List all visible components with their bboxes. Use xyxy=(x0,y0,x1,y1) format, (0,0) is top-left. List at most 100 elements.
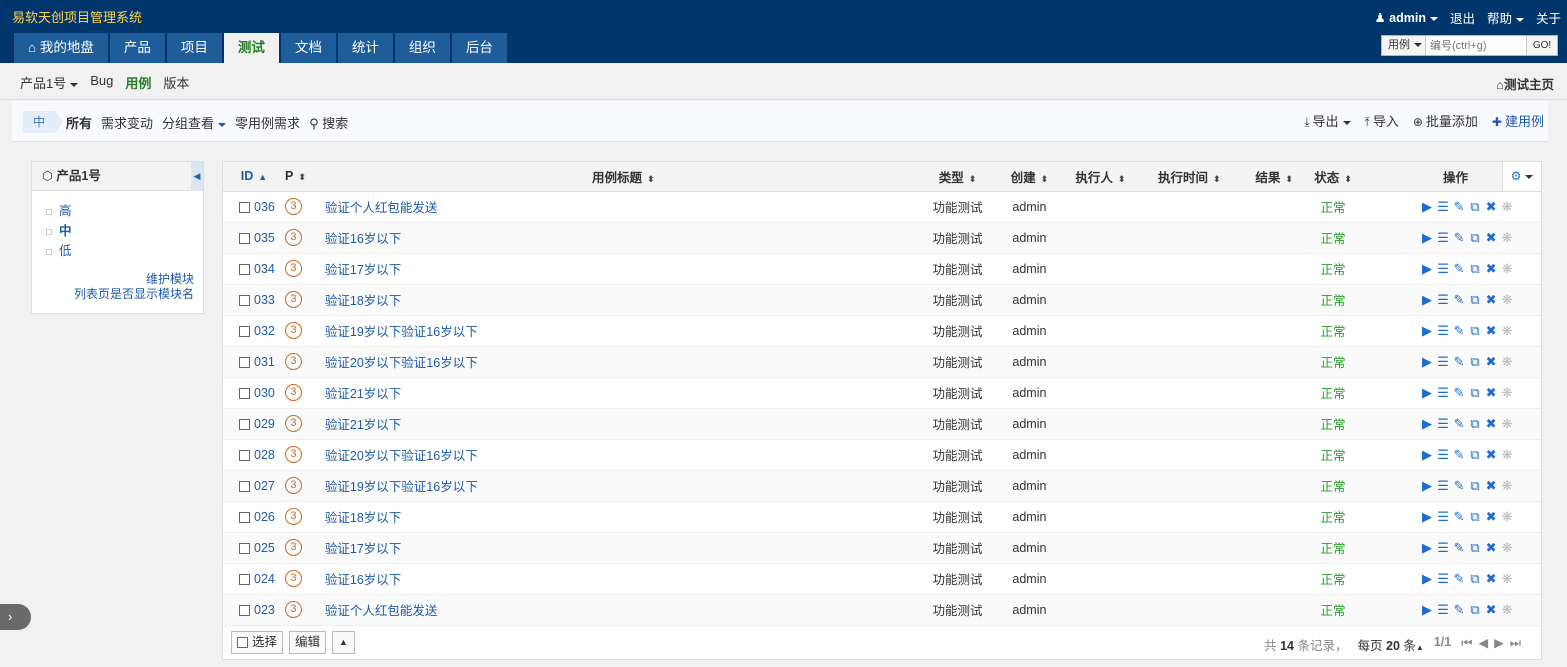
select-all-button[interactable]: 选择 xyxy=(231,631,284,654)
results-icon[interactable]: ☰ xyxy=(1435,323,1451,339)
edit-icon[interactable]: ✎ xyxy=(1451,540,1467,556)
col-title[interactable]: 用例标题 ⬍ xyxy=(324,162,922,192)
prev-page-icon[interactable]: ◀ xyxy=(1478,636,1494,650)
run-icon[interactable]: ▶ xyxy=(1419,447,1435,463)
run-icon[interactable]: ▶ xyxy=(1419,199,1435,215)
manage-module-link[interactable]: 维护模块 xyxy=(146,272,194,286)
copy-icon[interactable]: ⧉ xyxy=(1467,509,1483,525)
results-icon[interactable]: ☰ xyxy=(1435,509,1451,525)
column-settings-icon[interactable]: ⚙ xyxy=(1502,162,1541,191)
results-icon[interactable]: ☰ xyxy=(1435,602,1451,618)
case-title-link[interactable]: 验证16岁以下 xyxy=(325,232,401,246)
run-icon[interactable]: ▶ xyxy=(1419,571,1435,587)
subnav-case[interactable]: 用例 xyxy=(125,73,151,92)
results-icon[interactable]: ☰ xyxy=(1435,261,1451,277)
delete-icon[interactable]: ✖ xyxy=(1483,571,1499,587)
filter-all[interactable]: 所有 xyxy=(66,113,92,132)
run-icon[interactable]: ▶ xyxy=(1419,385,1435,401)
case-title-link[interactable]: 验证17岁以下 xyxy=(325,542,401,556)
case-id-cell[interactable]: 028 xyxy=(223,439,285,471)
row-checkbox[interactable] xyxy=(239,325,250,337)
results-icon[interactable]: ☰ xyxy=(1435,354,1451,370)
col-pri[interactable]: P ⬍ xyxy=(284,162,325,192)
copy-icon[interactable]: ⧉ xyxy=(1467,385,1483,401)
case-title-link[interactable]: 验证16岁以下 xyxy=(325,573,401,587)
subnav-build[interactable]: 版本 xyxy=(163,73,189,92)
case-title-link[interactable]: 验证21岁以下 xyxy=(325,387,401,401)
col-status[interactable]: 状态 ⬍ xyxy=(1305,162,1362,192)
delete-icon[interactable]: ✖ xyxy=(1483,292,1499,308)
subnav-bug[interactable]: Bug xyxy=(90,73,113,92)
row-checkbox[interactable] xyxy=(239,201,250,213)
copy-icon[interactable]: ⧉ xyxy=(1467,571,1483,587)
edit-icon[interactable]: ✎ xyxy=(1451,571,1467,587)
results-icon[interactable]: ☰ xyxy=(1435,447,1451,463)
row-checkbox[interactable] xyxy=(239,511,250,523)
case-id-cell[interactable]: 027 xyxy=(223,470,285,502)
delete-icon[interactable]: ✖ xyxy=(1483,230,1499,246)
row-checkbox[interactable] xyxy=(239,387,250,399)
case-id-cell[interactable]: 032 xyxy=(223,315,285,347)
logout-link[interactable]: 退出 xyxy=(1450,8,1475,27)
edit-icon[interactable]: ✎ xyxy=(1451,509,1467,525)
last-page-icon[interactable]: ⏭ xyxy=(1510,636,1527,650)
delete-icon[interactable]: ✖ xyxy=(1483,509,1499,525)
results-icon[interactable]: ☰ xyxy=(1435,540,1451,556)
edit-icon[interactable]: ✎ xyxy=(1451,447,1467,463)
run-icon[interactable]: ▶ xyxy=(1419,416,1435,432)
delete-icon[interactable]: ✖ xyxy=(1483,447,1499,463)
tab-project[interactable]: 项目 xyxy=(166,33,222,63)
results-icon[interactable]: ☰ xyxy=(1435,199,1451,215)
search-go-button[interactable]: GO! xyxy=(1526,36,1557,55)
case-title-link[interactable]: 验证个人红包能发送 xyxy=(325,201,438,215)
filter-zero-case[interactable]: 零用例需求 xyxy=(235,113,300,132)
results-icon[interactable]: ☰ xyxy=(1435,478,1451,494)
edit-icon[interactable]: ✎ xyxy=(1451,416,1467,432)
edit-icon[interactable]: ✎ xyxy=(1451,478,1467,494)
copy-icon[interactable]: ⧉ xyxy=(1467,602,1483,618)
copy-icon[interactable]: ⧉ xyxy=(1467,199,1483,215)
case-id-cell[interactable]: 033 xyxy=(223,284,285,316)
run-icon[interactable]: ▶ xyxy=(1419,478,1435,494)
col-executor[interactable]: 执行人 ⬍ xyxy=(1065,162,1136,192)
copy-icon[interactable]: ⧉ xyxy=(1467,478,1483,494)
delete-icon[interactable]: ✖ xyxy=(1483,540,1499,556)
case-id-cell[interactable]: 024 xyxy=(223,563,285,595)
row-checkbox[interactable] xyxy=(239,573,250,585)
results-icon[interactable]: ☰ xyxy=(1435,385,1451,401)
col-result[interactable]: 结果 ⬍ xyxy=(1243,162,1306,192)
edit-icon[interactable]: ✎ xyxy=(1451,385,1467,401)
import-button[interactable]: ⤒ 导入 xyxy=(1365,111,1399,130)
copy-icon[interactable]: ⧉ xyxy=(1467,354,1483,370)
row-checkbox[interactable] xyxy=(239,263,250,275)
delete-icon[interactable]: ✖ xyxy=(1483,416,1499,432)
delete-icon[interactable]: ✖ xyxy=(1483,261,1499,277)
tab-product[interactable]: 产品 xyxy=(109,33,165,63)
side-toggle-icon[interactable]: › xyxy=(0,604,31,630)
case-id-cell[interactable]: 023 xyxy=(223,594,285,626)
tab-admin[interactable]: 后台 xyxy=(451,33,507,63)
run-icon[interactable]: ▶ xyxy=(1419,292,1435,308)
results-icon[interactable]: ☰ xyxy=(1435,292,1451,308)
row-checkbox[interactable] xyxy=(239,294,250,306)
row-checkbox[interactable] xyxy=(239,356,250,368)
tab-company[interactable]: 组织 xyxy=(394,33,450,63)
tab-doc[interactable]: 文档 xyxy=(280,33,336,63)
case-title-link[interactable]: 验证19岁以下验证16岁以下 xyxy=(325,480,478,494)
row-checkbox[interactable] xyxy=(239,604,250,616)
case-title-link[interactable]: 验证20岁以下验证16岁以下 xyxy=(325,356,478,370)
run-icon[interactable]: ▶ xyxy=(1419,354,1435,370)
batch-edit-button[interactable]: 编辑 xyxy=(289,631,327,654)
row-checkbox[interactable] xyxy=(239,542,250,554)
run-icon[interactable]: ▶ xyxy=(1419,230,1435,246)
module-item-medium[interactable]: 中 xyxy=(46,221,203,241)
delete-icon[interactable]: ✖ xyxy=(1483,323,1499,339)
case-title-link[interactable]: 验证18岁以下 xyxy=(325,511,401,525)
edit-icon[interactable]: ✎ xyxy=(1451,602,1467,618)
edit-icon[interactable]: ✎ xyxy=(1451,199,1467,215)
case-id-cell[interactable]: 031 xyxy=(223,346,285,378)
copy-icon[interactable]: ⧉ xyxy=(1467,447,1483,463)
case-title-link[interactable]: 验证个人红包能发送 xyxy=(325,604,438,618)
case-id-cell[interactable]: 029 xyxy=(223,408,285,440)
case-title-link[interactable]: 验证20岁以下验证16岁以下 xyxy=(325,449,478,463)
